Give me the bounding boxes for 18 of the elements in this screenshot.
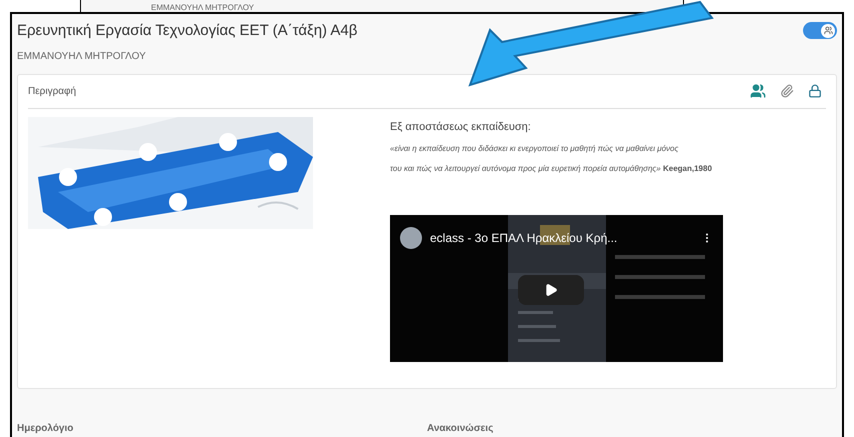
panel-heading: Περιγραφή [28,84,76,98]
course-title: Ερευνητική Εργασία Τεχνολογίας ΕΕΤ (Α΄τάξη) Α4β [17,21,358,41]
description-subtitle: Εξ αποστάσεως εκπαίδευση: [390,120,532,134]
play-button[interactable] [518,275,584,305]
quote-line: «είναι η εκπαίδευση που διδάσκει κι ενεργοποιεί το μαθητή πώς να μαθαίνει μόνος [390,143,680,155]
toggle-switch[interactable] [803,22,837,39]
teacher-name: ΕΜΜΑΝΟΥΗΛ ΜΗΤΡΟΓΛΟΥ [151,3,254,12]
play-icon [544,283,558,297]
lock-icon[interactable] [808,84,822,98]
quote-line: του και πώς να λειτουργεί αυτόνομα προς μία ευρετική πορεία αυτομάθησης» Keegan,1980 [390,163,713,175]
video-player[interactable]: eclass - 3ο ΕΠΑΛ Ηρακλείου Κρή... [390,215,723,362]
course-teacher: ΕΜΜΑΝΟΥΗΛ ΜΗΤΡΟΓΛΟΥ [17,50,147,64]
video-title: eclass - 3ο ΕΠΑΛ Ηρακλείου Κρή... [430,230,618,247]
users-icon [824,26,832,35]
section-heading: Ανακοινώσεις [427,422,494,436]
paperclip-icon[interactable] [780,84,794,98]
section-heading: Ημερολόγιο [17,422,74,436]
users-icon[interactable] [750,83,766,99]
